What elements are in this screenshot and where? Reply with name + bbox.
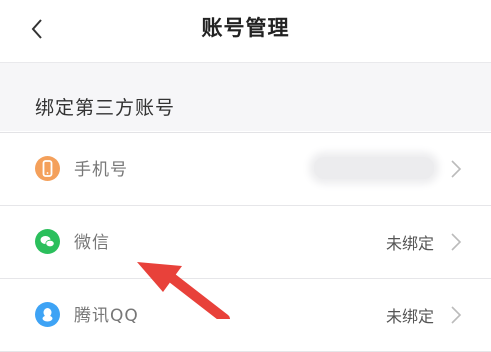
chevron-right-icon xyxy=(451,233,462,251)
list-item-qq[interactable]: 腾讯QQ 未绑定 xyxy=(0,279,491,352)
nav-bar: 账号管理 xyxy=(0,0,491,63)
list-item-wechat[interactable]: 微信 未绑定 xyxy=(0,206,491,279)
wechat-icon xyxy=(35,229,60,254)
page-title: 账号管理 xyxy=(201,16,290,40)
qq-icon xyxy=(35,302,60,327)
list-item-label: 腾讯QQ xyxy=(74,306,139,326)
list-item-label: 手机号 xyxy=(74,160,128,180)
account-list: 手机号 微信 未绑定 腾讯QQ 未绑定 xyxy=(0,132,491,352)
chevron-right-icon xyxy=(451,306,462,324)
chevron-right-icon xyxy=(451,160,462,178)
binding-status: 未绑定 xyxy=(385,234,434,253)
phone-number-value xyxy=(314,157,434,179)
binding-status: 未绑定 xyxy=(385,307,434,326)
list-item-label: 微信 xyxy=(74,233,110,253)
section-title: 绑定第三方账号 xyxy=(35,97,176,119)
list-item-phone[interactable]: 手机号 xyxy=(0,133,491,206)
phone-icon xyxy=(35,156,60,181)
